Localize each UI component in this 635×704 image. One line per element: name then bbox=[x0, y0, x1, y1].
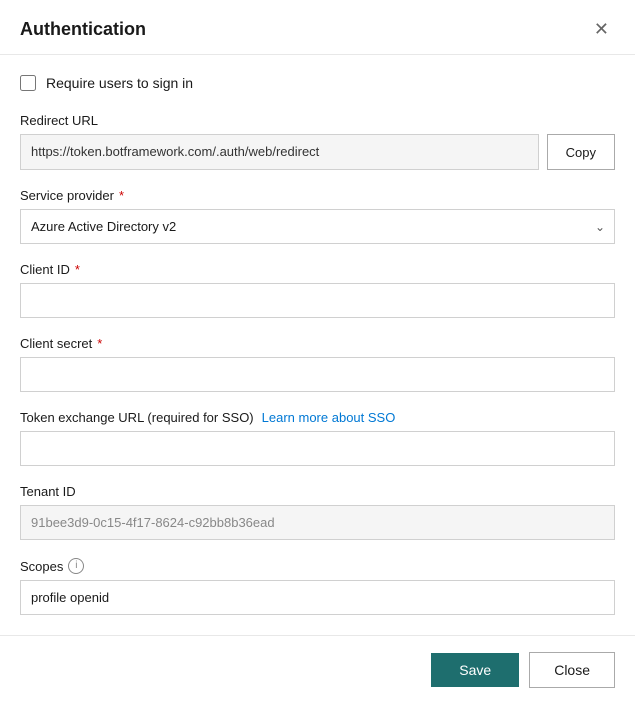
client-id-required: * bbox=[75, 262, 80, 277]
client-id-group: Client ID * bbox=[20, 262, 615, 318]
dialog-footer: Save Close bbox=[0, 635, 635, 704]
dialog-title: Authentication bbox=[20, 19, 146, 40]
dialog-body: Require users to sign in Redirect URL ht… bbox=[0, 55, 635, 635]
dialog-header: Authentication ✕ bbox=[0, 0, 635, 55]
service-provider-group: Service provider * Azure Active Director… bbox=[20, 188, 615, 244]
token-exchange-label-row: Token exchange URL (required for SSO) Le… bbox=[20, 410, 615, 425]
token-exchange-url-input[interactable] bbox=[20, 431, 615, 466]
redirect-url-row: https://token.botframework.com/.auth/web… bbox=[20, 134, 615, 170]
redirect-url-label: Redirect URL bbox=[20, 113, 615, 128]
client-secret-group: Client secret * bbox=[20, 336, 615, 392]
service-provider-wrapper: Azure Active Directory v2GitHubGoogleFac… bbox=[20, 209, 615, 244]
require-signin-label[interactable]: Require users to sign in bbox=[46, 75, 193, 91]
client-secret-label: Client secret * bbox=[20, 336, 615, 351]
close-button[interactable]: Close bbox=[529, 652, 615, 688]
service-provider-select[interactable]: Azure Active Directory v2GitHubGoogleFac… bbox=[20, 209, 615, 244]
tenant-id-label: Tenant ID bbox=[20, 484, 615, 499]
service-provider-label: Service provider * bbox=[20, 188, 615, 203]
scopes-input[interactable] bbox=[20, 580, 615, 615]
tenant-id-group: Tenant ID bbox=[20, 484, 615, 540]
client-secret-required: * bbox=[97, 336, 102, 351]
token-exchange-url-label: Token exchange URL (required for SSO) bbox=[20, 410, 254, 425]
scopes-info-icon[interactable]: i bbox=[68, 558, 84, 574]
learn-more-sso-link[interactable]: Learn more about SSO bbox=[262, 410, 396, 425]
scopes-group: Scopes i bbox=[20, 558, 615, 615]
dialog-close-icon[interactable]: ✕ bbox=[588, 18, 615, 40]
client-id-label: Client ID * bbox=[20, 262, 615, 277]
copy-button[interactable]: Copy bbox=[547, 134, 615, 170]
scopes-label-row: Scopes i bbox=[20, 558, 615, 574]
require-signin-checkbox[interactable] bbox=[20, 75, 36, 91]
tenant-id-input bbox=[20, 505, 615, 540]
redirect-url-value: https://token.botframework.com/.auth/web… bbox=[20, 134, 539, 170]
service-provider-required: * bbox=[119, 188, 124, 203]
redirect-url-group: Redirect URL https://token.botframework.… bbox=[20, 113, 615, 170]
require-signin-row: Require users to sign in bbox=[20, 75, 615, 91]
save-button[interactable]: Save bbox=[431, 653, 519, 687]
authentication-dialog: Authentication ✕ Require users to sign i… bbox=[0, 0, 635, 704]
client-secret-input[interactable] bbox=[20, 357, 615, 392]
token-exchange-url-group: Token exchange URL (required for SSO) Le… bbox=[20, 410, 615, 466]
client-id-input[interactable] bbox=[20, 283, 615, 318]
